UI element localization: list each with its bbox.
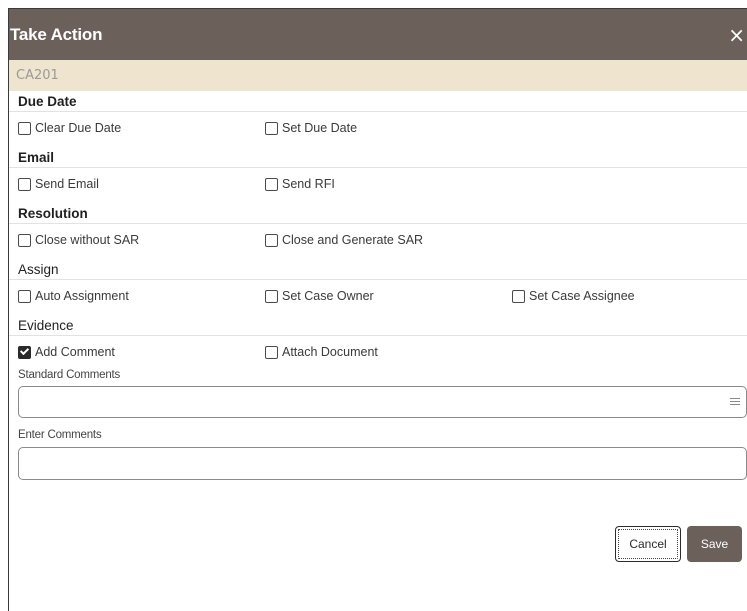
close-without-sar-checkbox[interactable]: Close without SAR — [18, 233, 139, 247]
cancel-button[interactable]: Cancel — [615, 526, 681, 562]
due-date-options: Clear Due Date Set Due Date — [9, 112, 747, 142]
section-evidence-title: Evidence — [9, 317, 747, 336]
enter-comments-label: Enter Comments — [18, 429, 102, 441]
standard-comments-label: Standard Comments — [18, 369, 121, 381]
clear-due-date-checkbox[interactable]: Clear Due Date — [18, 121, 121, 135]
list-icon[interactable] — [730, 398, 740, 407]
close-icon[interactable]: × — [728, 23, 747, 47]
checkbox-label: Set Due Date — [282, 121, 358, 135]
case-id-bar: CA201 — [9, 60, 747, 91]
dialog-titlebar: Take Action × — [9, 9, 747, 60]
add-comment-checkbox[interactable]: Add Comment — [18, 345, 115, 359]
checkbox-box[interactable] — [512, 289, 525, 303]
checkbox-box[interactable] — [265, 233, 278, 247]
assign-options: Auto Assignment Set Case Owner Set Case … — [9, 280, 747, 310]
checkbox-box[interactable] — [18, 177, 31, 191]
checkbox-label: Set Case Owner — [282, 289, 374, 303]
checkbox-label: Close without SAR — [35, 233, 140, 247]
close-and-generate-sar-checkbox[interactable]: Close and Generate SAR — [265, 233, 423, 247]
checkbox-label: Send RFI — [282, 177, 335, 191]
case-id: CA201 — [16, 68, 59, 83]
checkbox-label: Set Case Assignee — [529, 289, 635, 303]
standard-comments-select[interactable] — [18, 386, 747, 418]
checkbox-label: Auto Assignment — [35, 289, 129, 303]
checkbox-label: Clear Due Date — [35, 121, 122, 135]
send-email-checkbox[interactable]: Send Email — [18, 177, 99, 191]
checkbox-box[interactable] — [265, 345, 278, 359]
section-resolution-title: Resolution — [9, 205, 747, 224]
auto-assignment-checkbox[interactable]: Auto Assignment — [18, 289, 129, 303]
checkbox-label: Attach Document — [282, 345, 378, 359]
checkbox-box[interactable] — [18, 289, 31, 303]
section-email-title: Email — [9, 149, 747, 168]
checkbox-label: Send Email — [35, 177, 99, 191]
send-rfi-checkbox[interactable]: Send RFI — [265, 177, 335, 191]
set-case-owner-checkbox[interactable]: Set Case Owner — [265, 289, 374, 303]
checkbox-box[interactable] — [265, 289, 278, 303]
checkbox-box[interactable] — [18, 121, 31, 135]
dialog-title: Take Action — [10, 24, 103, 44]
attach-document-checkbox[interactable]: Attach Document — [265, 345, 378, 359]
section-due-date-title: Due Date — [9, 93, 747, 112]
section-assign-title: Assign — [9, 261, 747, 280]
save-button[interactable]: Save — [687, 526, 742, 562]
checkbox-label: Add Comment — [35, 345, 115, 359]
email-options: Send Email Send RFI — [9, 168, 747, 198]
checkbox-box-checked[interactable] — [18, 345, 31, 359]
checkbox-box[interactable] — [18, 233, 31, 247]
set-due-date-checkbox[interactable]: Set Due Date — [265, 121, 357, 135]
set-case-assignee-checkbox[interactable]: Set Case Assignee — [512, 289, 635, 303]
take-action-dialog: Take Action × CA201 Due Date Clear Due D… — [8, 8, 747, 611]
resolution-options: Close without SAR Close and Generate SAR — [9, 224, 747, 254]
evidence-options: Add Comment Attach Document — [9, 336, 747, 366]
checkbox-box[interactable] — [265, 177, 278, 191]
checkbox-label: Close and Generate SAR — [282, 233, 424, 247]
dialog-actions: Cancel Save — [615, 526, 742, 562]
enter-comments-input[interactable] — [18, 447, 747, 480]
checkbox-box[interactable] — [265, 121, 278, 135]
